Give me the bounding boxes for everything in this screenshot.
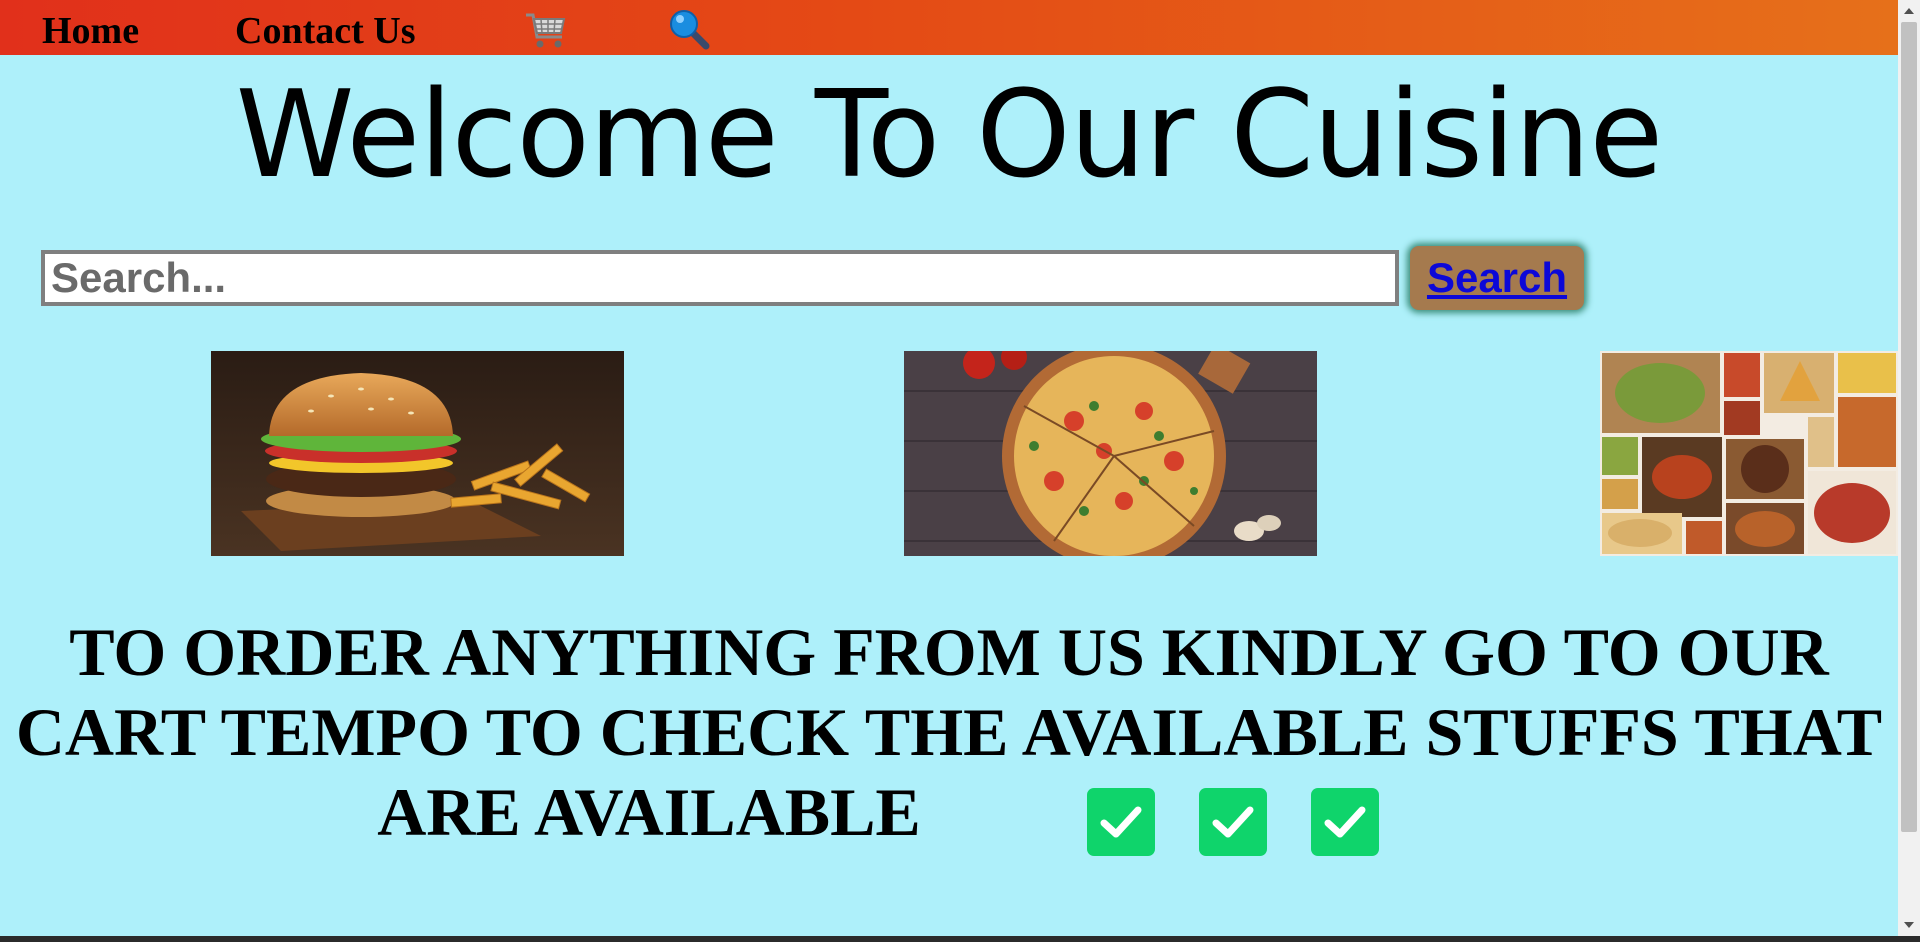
vertical-scrollbar[interactable]	[1898, 0, 1920, 936]
search-button[interactable]: Search	[1410, 246, 1584, 310]
scroll-up-arrow-icon[interactable]	[1904, 8, 1914, 14]
scroll-down-arrow-icon[interactable]	[1904, 922, 1914, 928]
order-instructions-line-1: TO ORDER ANYTHING FROM US KINDLY GO TO O…	[69, 614, 1829, 690]
order-instructions-line-3: ARE AVAILABLE	[377, 774, 921, 850]
burger-and-fries-image	[211, 351, 624, 556]
search-button-label[interactable]: Search	[1427, 254, 1567, 302]
checkmark-icon	[1087, 788, 1155, 856]
shopping-cart-icon[interactable]	[524, 10, 568, 50]
checkmark-icon	[1311, 788, 1379, 856]
window-bottom-edge	[0, 936, 1920, 942]
nav-contact-us-link[interactable]: Contact Us	[235, 8, 415, 54]
search-input[interactable]	[41, 250, 1399, 306]
order-instructions-line-2: CART TEMPO TO CHECK THE AVAILABLE STUFFS…	[15, 694, 1883, 770]
indian-food-collage-image	[1600, 351, 1898, 556]
page-title: Welcome To Our Cuisine	[235, 66, 1663, 205]
pizza-image	[904, 351, 1317, 556]
scrollbar-thumb[interactable]	[1901, 22, 1917, 832]
checkmark-row	[1087, 788, 1379, 856]
nav-home-link[interactable]: Home	[42, 8, 139, 54]
top-navigation-bar: Home Contact Us	[0, 0, 1898, 55]
order-instructions: TO ORDER ANYTHING FROM US KINDLY GO TO O…	[0, 612, 1898, 852]
checkmark-icon	[1199, 788, 1267, 856]
magnifier-icon[interactable]	[668, 8, 712, 50]
